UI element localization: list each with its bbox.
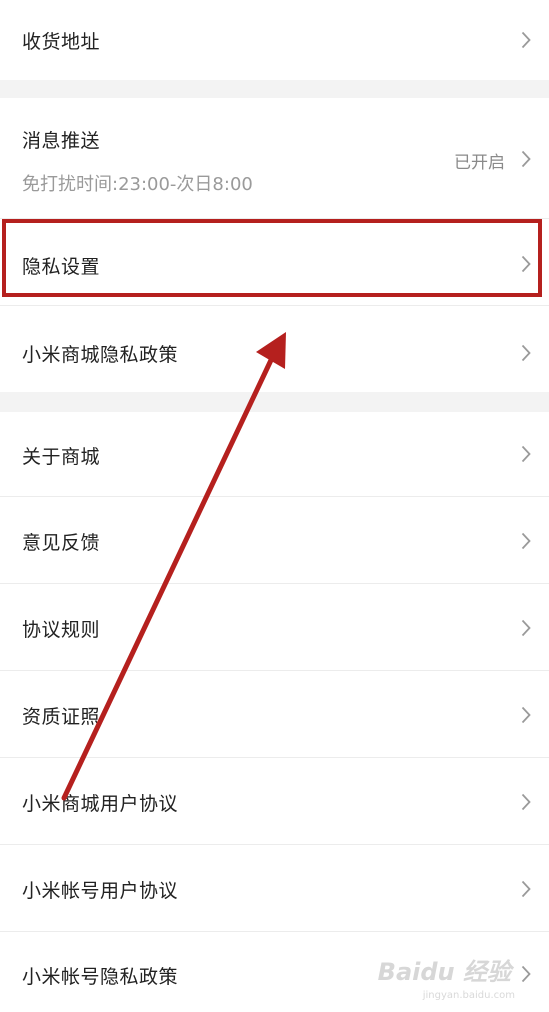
chevron-right-icon xyxy=(521,344,531,362)
qualification-label: 资质证照 xyxy=(22,706,101,728)
chevron-right-icon xyxy=(521,619,531,637)
section-gap xyxy=(0,392,549,412)
about-label: 关于商城 xyxy=(22,446,101,468)
chevron-right-icon xyxy=(521,31,531,49)
address-label: 收货地址 xyxy=(22,31,101,53)
push-subtitle: 免打扰时间:23:00-次日8:00 xyxy=(22,174,253,195)
chevron-right-icon xyxy=(521,965,531,983)
settings-page: 收货地址 消息推送 免打扰时间:23:00-次日8:00 已开启 隐私设置 小米… xyxy=(0,0,549,1012)
agreement-rules-row[interactable]: 协议规则 xyxy=(0,584,549,670)
push-label: 消息推送 xyxy=(22,130,101,152)
push-row[interactable]: 消息推送 免打扰时间:23:00-次日8:00 已开启 xyxy=(0,98,549,218)
chevron-right-icon xyxy=(521,445,531,463)
mall-user-agreement-label: 小米商城用户协议 xyxy=(22,793,179,815)
mall-privacy-policy-row[interactable]: 小米商城隐私政策 xyxy=(0,306,549,392)
agreement-rules-label: 协议规则 xyxy=(22,619,101,641)
watermark-url: jingyan.baidu.com xyxy=(422,990,515,1001)
mall-user-agreement-row[interactable]: 小米商城用户协议 xyxy=(0,758,549,844)
chevron-right-icon xyxy=(521,793,531,811)
feedback-label: 意见反馈 xyxy=(22,532,101,554)
account-user-agreement-label: 小米帐号用户协议 xyxy=(22,880,179,902)
highlight-box xyxy=(2,219,542,297)
chevron-right-icon xyxy=(521,150,531,168)
address-row[interactable]: 收货地址 xyxy=(0,0,549,80)
qualification-row[interactable]: 资质证照 xyxy=(0,671,549,757)
chevron-right-icon xyxy=(521,880,531,898)
mall-privacy-policy-label: 小米商城隐私政策 xyxy=(22,344,179,366)
chevron-right-icon xyxy=(521,532,531,550)
feedback-row[interactable]: 意见反馈 xyxy=(0,497,549,583)
about-row[interactable]: 关于商城 xyxy=(0,412,549,496)
push-status: 已开启 xyxy=(454,153,505,173)
baidu-jingyan-watermark: Baidu 经验 xyxy=(377,958,511,986)
section-gap xyxy=(0,80,549,98)
account-privacy-policy-label: 小米帐号隐私政策 xyxy=(22,966,179,988)
chevron-right-icon xyxy=(521,706,531,724)
account-user-agreement-row[interactable]: 小米帐号用户协议 xyxy=(0,845,549,931)
